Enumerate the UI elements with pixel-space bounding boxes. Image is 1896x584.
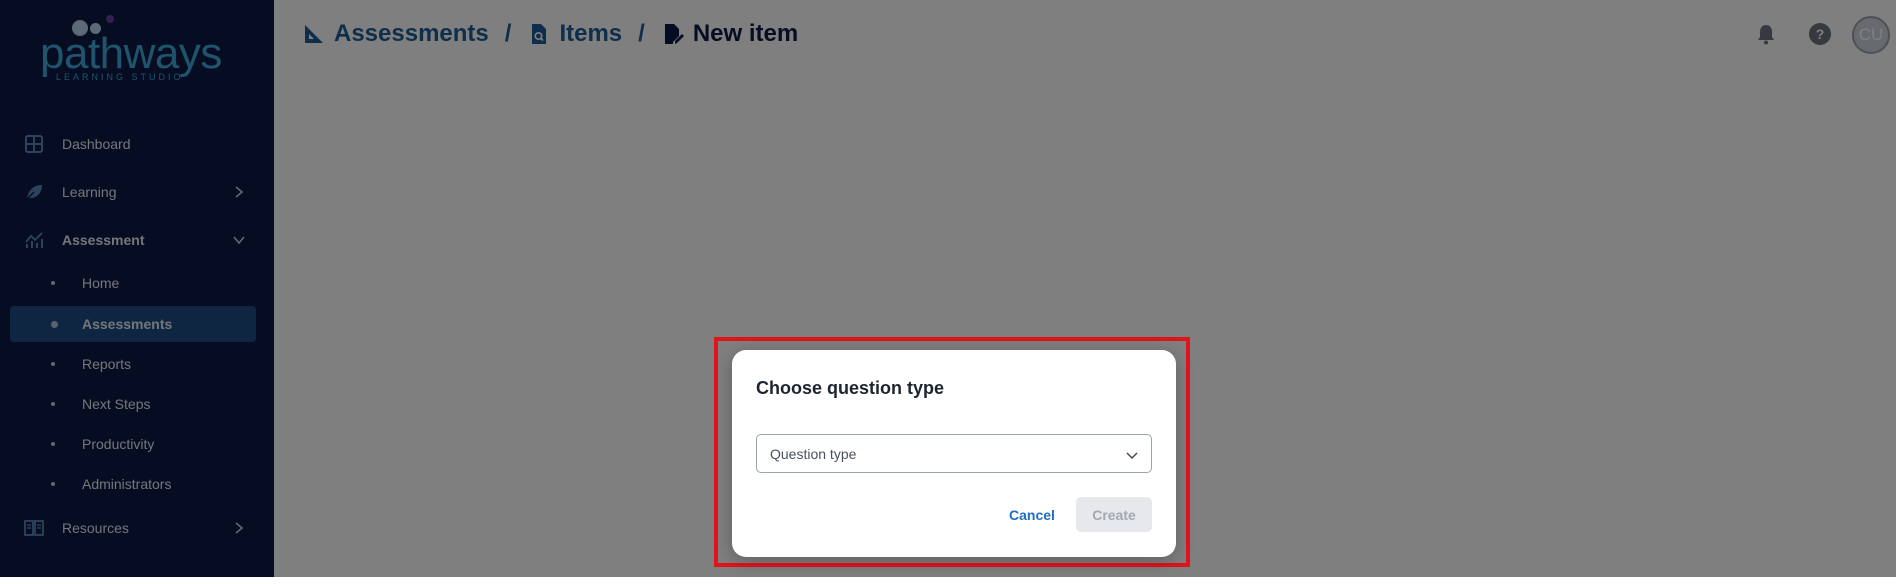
- page-bottom-edge: [0, 577, 1896, 584]
- question-type-select[interactable]: Question type: [756, 434, 1152, 473]
- choose-question-type-dialog: Choose question type Question type Cance…: [732, 350, 1176, 557]
- chevron-down-icon: [1126, 452, 1138, 459]
- create-button[interactable]: Create: [1076, 497, 1152, 532]
- dialog-title: Choose question type: [756, 378, 945, 398]
- select-placeholder: Question type: [770, 446, 857, 462]
- cancel-button[interactable]: Cancel: [1002, 498, 1062, 532]
